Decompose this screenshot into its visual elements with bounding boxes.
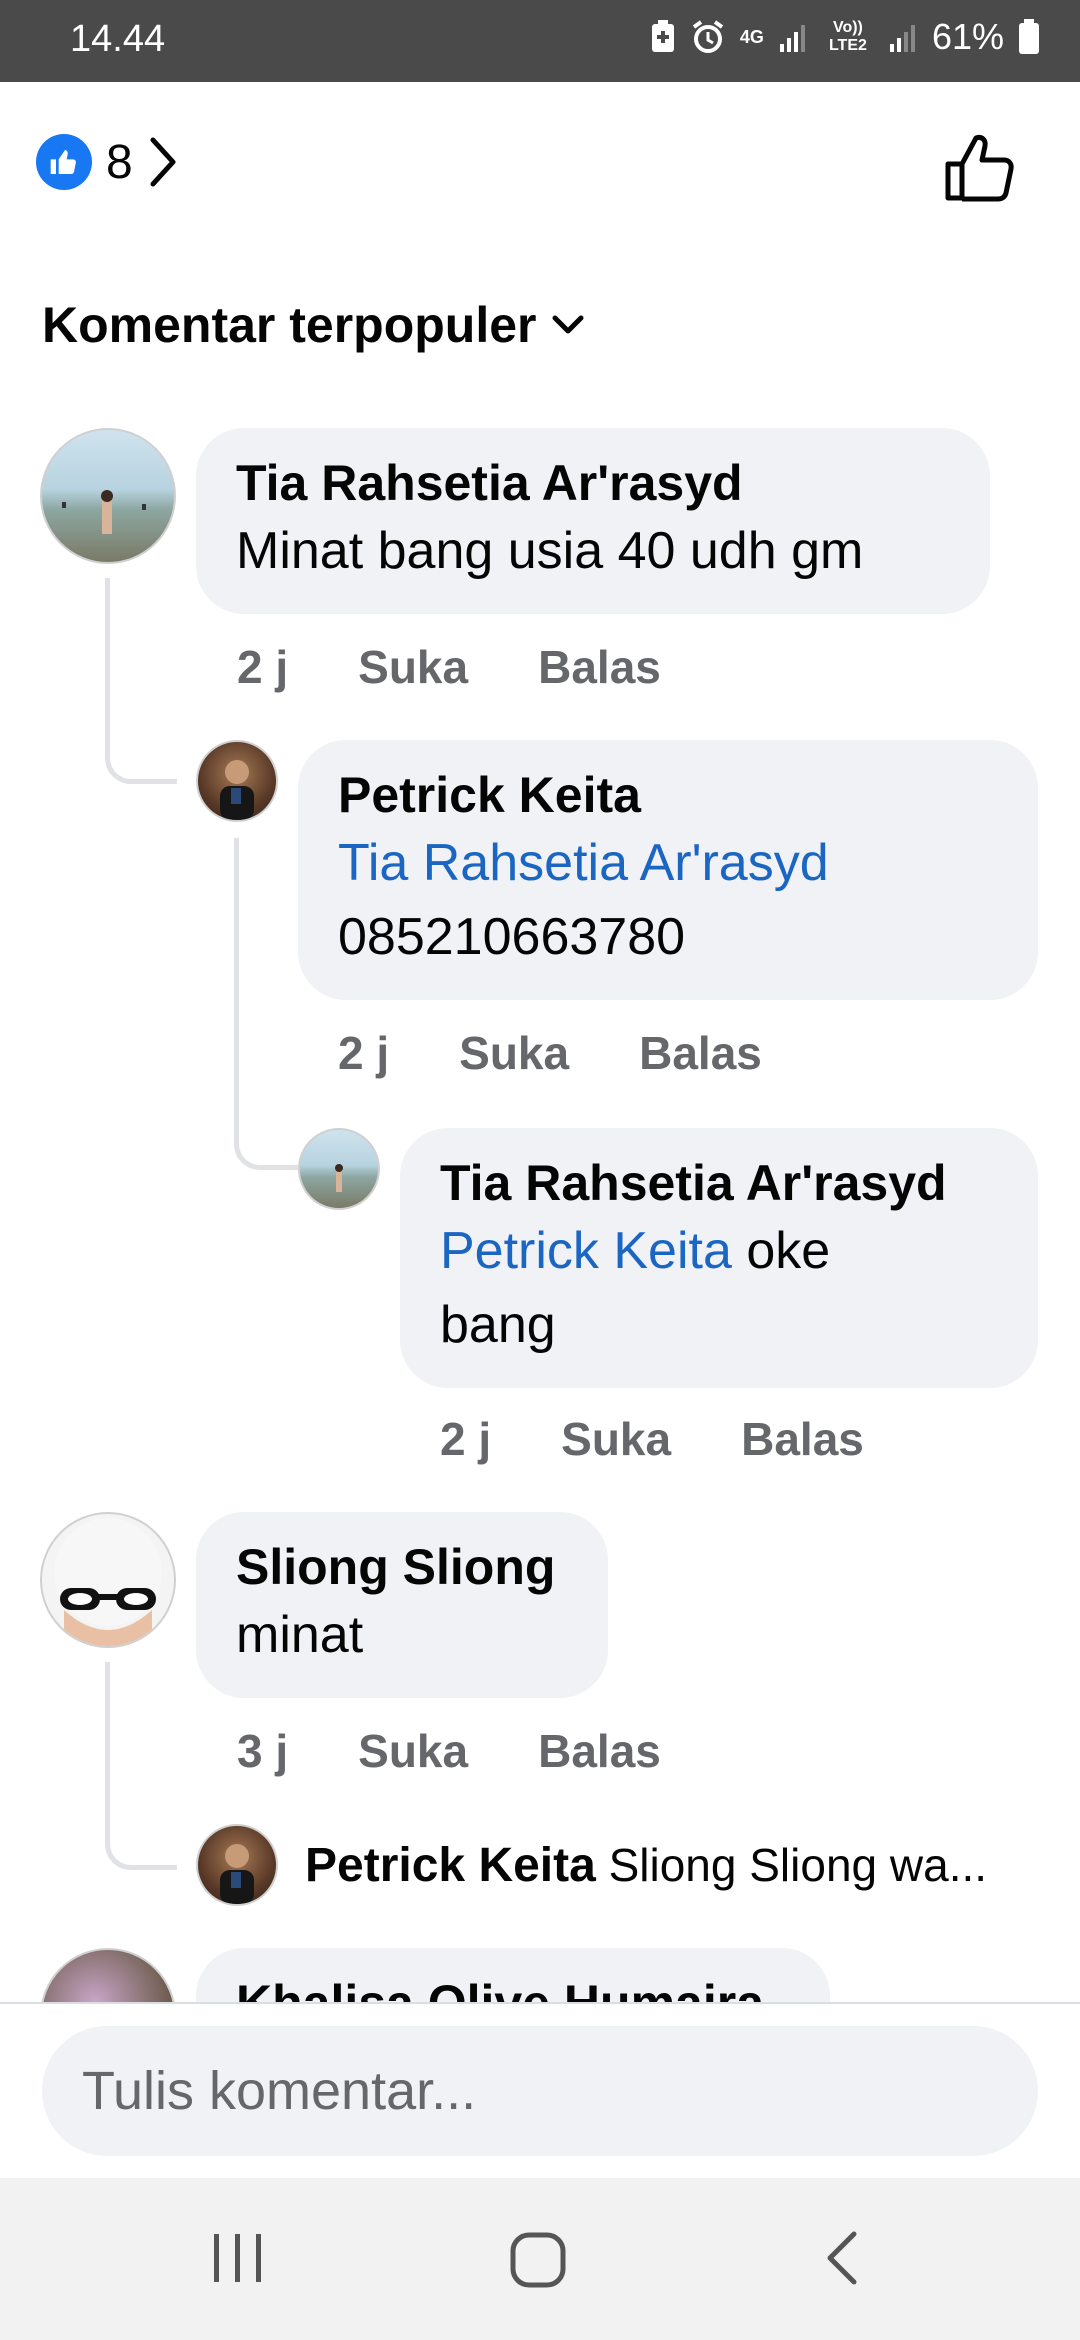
avatar[interactable] [40, 1512, 176, 1648]
comment-text: oke [746, 1222, 831, 1280]
comment-text: Sliong Sliong wa... [608, 1839, 988, 1891]
network-type: 4G [739, 27, 764, 47]
comment-time[interactable]: 3 j [237, 1724, 288, 1778]
comment-input-placeholder: Tulis komentar... [82, 2061, 477, 2121]
comment-actions: 2 j Suka Balas [338, 1026, 762, 1080]
comment-composer-bar: Tulis komentar... [0, 2002, 1080, 2178]
status-time: 14.44 [70, 18, 166, 60]
comment-input[interactable]: Tulis komentar... [42, 2026, 1038, 2156]
recent-apps-icon[interactable] [210, 2230, 266, 2286]
home-icon[interactable] [508, 2230, 568, 2290]
comment-time[interactable]: 2 j [237, 640, 288, 694]
reactions-summary[interactable]: 8 [36, 132, 179, 192]
chevron-right-icon [150, 137, 176, 187]
sort-label: Komentar terpopuler [42, 297, 537, 353]
comment-text: minat [236, 1606, 364, 1664]
reply-action[interactable]: Balas [538, 640, 661, 694]
like-badge-icon [36, 134, 92, 190]
comment-bubble[interactable]: Petrick Keita Tia Rahsetia Ar'rasyd 0852… [298, 740, 1038, 1000]
status-icons: 4G Vo)) LTE2 61% [650, 16, 1040, 58]
reply-action[interactable]: Balas [538, 1724, 661, 1778]
reaction-count: 8 [106, 135, 133, 189]
comment-bubble[interactable]: Sliong Sliong minat [196, 1512, 608, 1698]
signal-icon [779, 25, 805, 52]
battery-icon [1019, 19, 1039, 54]
alarm-icon [692, 20, 724, 53]
comment-author[interactable]: Petrick Keita [305, 1839, 596, 1892]
thread-line [105, 578, 177, 784]
like-button[interactable] [940, 128, 1020, 208]
like-action[interactable]: Suka [358, 1724, 468, 1778]
like-action[interactable]: Suka [358, 640, 468, 694]
system-nav-bar [0, 2178, 1080, 2340]
collapsed-reply[interactable]: Petrick Keita Sliong Sliong wa... [305, 1838, 987, 1893]
comment-actions: 2 j Suka Balas [440, 1412, 864, 1466]
comment-author[interactable]: Petrick Keita [338, 764, 998, 826]
mention-link[interactable]: Petrick Keita [440, 1222, 732, 1280]
comment-author[interactable]: Sliong Sliong [236, 1536, 568, 1598]
sort-dropdown[interactable]: Komentar terpopuler [42, 296, 585, 354]
avatar[interactable] [196, 1824, 278, 1906]
avatar[interactable] [298, 1128, 380, 1210]
sim2-label: Vo)) LTE2 [828, 19, 867, 54]
thread-line [105, 1662, 177, 1870]
back-icon[interactable] [822, 2228, 862, 2288]
comment-author[interactable]: Tia Rahsetia Ar'rasyd [440, 1152, 998, 1214]
comment-actions: 3 j Suka Balas [237, 1724, 661, 1778]
reply-action[interactable]: Balas [639, 1026, 762, 1080]
like-action[interactable]: Suka [561, 1412, 671, 1466]
avatar[interactable] [40, 428, 176, 564]
mention-link[interactable]: Tia Rahsetia Ar'rasyd [338, 826, 998, 900]
battery-saver-icon [651, 20, 674, 52]
battery-percent: 61% [931, 16, 1004, 57]
comment-time[interactable]: 2 j [338, 1026, 389, 1080]
comment-bubble[interactable]: Tia Rahsetia Ar'rasyd Petrick Keita oke … [400, 1128, 1038, 1388]
thumbs-up-outline-icon [945, 135, 1014, 202]
chevron-down-icon [552, 315, 584, 334]
signal-icon [889, 25, 915, 52]
comment-author[interactable]: Tia Rahsetia Ar'rasyd [236, 452, 950, 514]
comment-time[interactable]: 2 j [440, 1412, 491, 1466]
comment-actions: 2 j Suka Balas [237, 640, 661, 694]
comment-bubble[interactable]: Tia Rahsetia Ar'rasyd Minat bang usia 40… [196, 428, 990, 614]
comment-text: Minat bang usia 40 udh gm [236, 522, 864, 580]
avatar[interactable] [196, 740, 278, 822]
thread-line [234, 838, 298, 1170]
comment-text: 085210663780 [338, 908, 686, 966]
reply-action[interactable]: Balas [741, 1412, 864, 1466]
status-bar: 14.44 4G Vo)) LTE2 61% [0, 0, 1080, 82]
like-action[interactable]: Suka [459, 1026, 569, 1080]
comment-text: bang [440, 1296, 556, 1354]
